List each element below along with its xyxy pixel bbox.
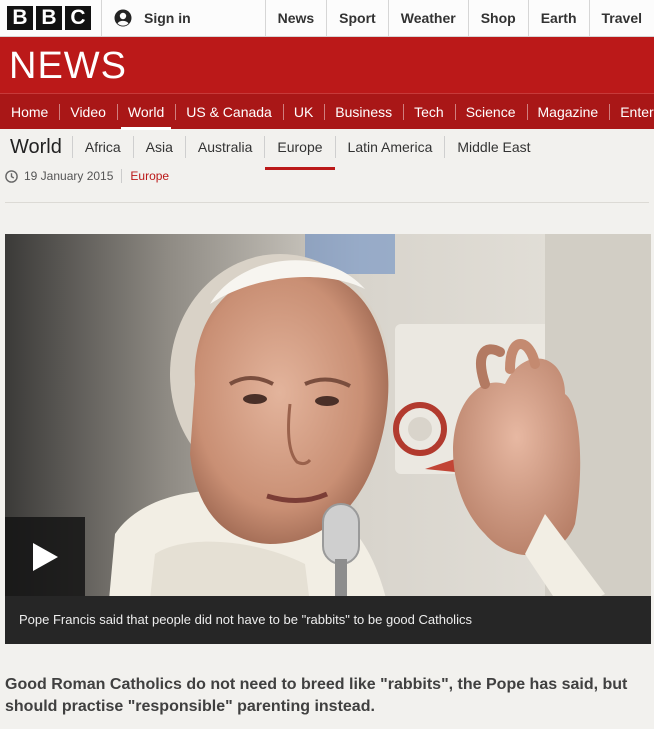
top-nav-weather[interactable]: Weather (387, 0, 468, 37)
logo-letter: B (36, 6, 62, 30)
logo-letter: B (7, 6, 33, 30)
article-meta: 19 January 2015 Europe (5, 167, 169, 185)
media-caption: Pope Francis said that people did not ha… (5, 596, 651, 644)
play-icon (33, 542, 58, 571)
play-button[interactable] (5, 517, 85, 596)
subnav-asia[interactable]: Asia (132, 136, 185, 158)
top-nav-shop[interactable]: Shop (467, 0, 528, 37)
nav-us-canada[interactable]: US & Canada (175, 94, 283, 130)
news-header: NEWS (0, 37, 654, 93)
subnav-australia[interactable]: Australia (184, 136, 264, 158)
subnav-africa[interactable]: Africa (71, 136, 133, 158)
hero-photo (5, 234, 651, 644)
nav-science[interactable]: Science (454, 94, 527, 130)
article-tag-link[interactable]: Europe (130, 169, 169, 183)
nav-entertainment[interactable]: Enter (609, 94, 654, 130)
subnav-europe[interactable]: Europe (264, 136, 335, 170)
media-player[interactable]: Pope Francis said that people did not ha… (5, 234, 651, 644)
section-title[interactable]: World (10, 136, 62, 159)
top-nav: News Sport Weather Shop Earth Travel (264, 0, 654, 37)
top-nav-news[interactable]: News (264, 0, 327, 37)
subnav-latin-america[interactable]: Latin America (334, 136, 445, 158)
nav-world[interactable]: World (116, 94, 175, 130)
nav-video[interactable]: Video (59, 94, 117, 130)
nav-home[interactable]: Home (0, 94, 59, 130)
article-date: 19 January 2015 (24, 169, 123, 183)
section-nav: World Africa Asia Australia Europe Latin… (0, 129, 654, 170)
logo-letter: C (65, 6, 91, 30)
nav-uk[interactable]: UK (282, 94, 324, 130)
top-nav-sport[interactable]: Sport (326, 0, 388, 37)
nav-magazine[interactable]: Magazine (526, 94, 610, 130)
nav-tech[interactable]: Tech (403, 94, 455, 130)
subnav-middle-east[interactable]: Middle East (444, 136, 542, 158)
clock-icon (5, 169, 18, 183)
top-bar: B B C Sign in News Sport Weather Shop Ea… (0, 0, 654, 37)
divider (5, 202, 649, 203)
sign-in-link[interactable]: Sign in (101, 0, 245, 37)
sign-in-label: Sign in (144, 10, 191, 26)
bbc-logo[interactable]: B B C (7, 6, 91, 30)
top-nav-earth[interactable]: Earth (527, 0, 589, 37)
top-nav-travel[interactable]: Travel (588, 0, 654, 37)
news-wordmark[interactable]: NEWS (9, 46, 127, 86)
user-icon (114, 9, 132, 27)
nav-business[interactable]: Business (324, 94, 403, 130)
main-nav: Home Video World US & Canada UK Business… (0, 93, 654, 130)
story-intro: Good Roman Catholics do not need to bree… (5, 676, 628, 715)
